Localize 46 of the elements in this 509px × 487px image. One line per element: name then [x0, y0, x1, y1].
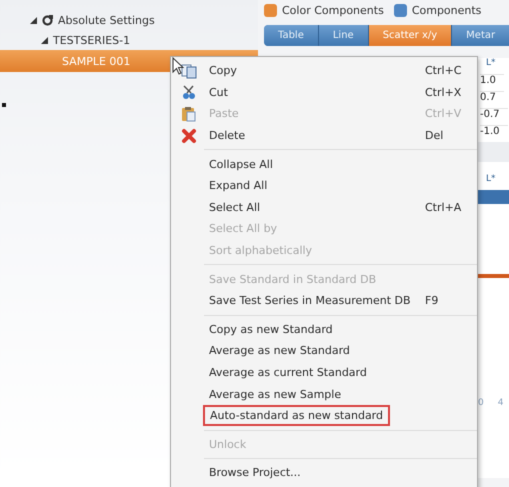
menu-item-label: Save Test Series in Measurement DB [208, 294, 412, 308]
menu-item-label: Browse Project... [208, 466, 302, 480]
menu-item-label: Auto-standard as new standard [203, 405, 390, 426]
checkbox-label: Color Components [282, 4, 384, 16]
menu-item-label: Select All [208, 200, 262, 214]
shortcut-label: F9 [425, 294, 440, 308]
menu-item-label: Average as current Standard [208, 366, 368, 380]
menu-item[interactable]: Select All Ctrl+A [171, 196, 477, 218]
menu-item[interactable]: Average as new Sample [171, 383, 477, 405]
shortcut-label: Ctrl+X [425, 86, 462, 99]
menu-item-label: Unlock [208, 438, 248, 451]
menu-item-label: Delete [208, 129, 246, 142]
menu-item[interactable]: Average as current Standard [171, 362, 477, 384]
menu-item[interactable]: Expand All [171, 174, 477, 197]
table-cell: 0.7 [480, 91, 504, 108]
tree-item[interactable]: Absolute Settings [58, 14, 155, 26]
menu-item[interactable]: Copy as new Standard [171, 318, 477, 340]
menu-item[interactable]: Browse Project... [171, 462, 477, 484]
shortcut-label: Del [425, 129, 444, 142]
menu-item-label: Average as new Sample [208, 388, 342, 401]
menu-item[interactable]: Save Test Series in Measurement DB F9 [171, 290, 477, 312]
menu-item-label: Expand All [208, 179, 268, 192]
menu-item[interactable]: Delete Del [171, 124, 477, 146]
menu-item-label: Collapse All [208, 158, 274, 171]
menu-item[interactable]: Collapse All [171, 153, 477, 175]
table-cell: 1.0 [480, 74, 504, 91]
column-header: L* [486, 58, 496, 70]
menu-item-label: Average as new Standard [208, 344, 351, 358]
column-header: L* [486, 174, 496, 186]
menu-item-label: Select All by [208, 222, 278, 236]
checkbox-label: Components [412, 4, 482, 16]
shortcut-label: Ctrl+V [425, 107, 462, 120]
shortcut-label: Ctrl+C [425, 64, 462, 78]
table-cell: -0.7 [480, 108, 508, 125]
menu-item[interactable]: Average as new Standard [171, 340, 477, 362]
axis-label: 4 [498, 398, 504, 408]
tree-item[interactable]: TESTSERIES-1 [53, 34, 130, 46]
menu-item-label: Paste [208, 107, 240, 120]
menu-item-label: Copy as new Standard [208, 322, 334, 336]
menu-item-label: Cut [208, 86, 229, 99]
menu-item-label: Save Standard in Standard DB [208, 272, 378, 286]
menu-item-label: Sort alphabetically [208, 244, 314, 258]
shortcut-label: Ctrl+A [425, 200, 462, 214]
menu-item[interactable]: Cut Ctrl+X [171, 82, 477, 104]
axis-label: 0 [478, 398, 484, 408]
menu-item[interactable]: Auto-standard as new standard [171, 404, 477, 426]
